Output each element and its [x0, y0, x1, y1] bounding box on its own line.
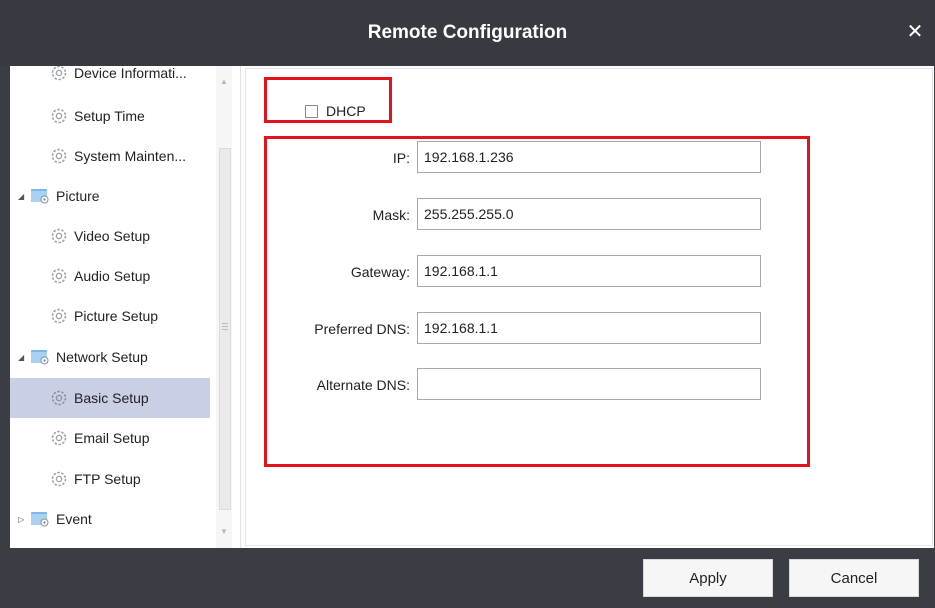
sidebar-item-picture-setup[interactable]: Picture Setup	[50, 296, 240, 336]
dialog-footer: Apply Cancel	[0, 548, 935, 608]
sidebar-item-picture[interactable]: ◢ Picture	[18, 176, 218, 216]
gear-icon	[50, 66, 68, 82]
sidebar-item-network-setup[interactable]: ◢ Network Setup	[18, 337, 218, 377]
alternate-dns-input[interactable]	[417, 368, 761, 400]
alternate-dns-row: Alternate DNS:	[266, 368, 766, 400]
sidebar-item-label: Audio Setup	[74, 268, 151, 284]
sidebar-item-label: Basic Setup	[74, 390, 149, 406]
sidebar-item-label: System Mainten...	[74, 148, 187, 164]
sidebar-item-label: Network Setup	[56, 349, 148, 365]
preferred-dns-input[interactable]	[417, 312, 761, 344]
checkbox-icon[interactable]	[305, 104, 318, 118]
sidebar-item-basic-setup[interactable]: Basic Setup	[10, 378, 210, 418]
cancel-button[interactable]: Cancel	[789, 559, 919, 597]
grip-line	[222, 329, 228, 330]
dialog-body: Device Informati... Setup Time System Ma…	[10, 66, 934, 548]
mask-label: Mask:	[372, 207, 410, 223]
sidebar-item-label: Video Setup	[74, 228, 151, 244]
expand-arrow-icon[interactable]: ◢	[18, 192, 28, 201]
sidebar-item-label: Picture	[56, 188, 100, 204]
close-icon[interactable]: ✕	[905, 22, 925, 42]
expand-arrow-icon[interactable]: ▷	[18, 515, 28, 524]
gear-icon	[50, 389, 68, 407]
sidebar-item-audio-setup[interactable]: Audio Setup	[50, 256, 240, 296]
ip-input[interactable]	[417, 141, 761, 173]
folder-icon	[30, 511, 50, 527]
gear-icon	[50, 307, 68, 325]
folder-icon	[30, 349, 50, 365]
sidebar-item-video-setup[interactable]: Video Setup	[50, 216, 240, 256]
gear-icon	[50, 227, 68, 245]
title-bar: Remote Configuration ✕	[0, 0, 935, 66]
preferred-dns-row: Preferred DNS:	[266, 312, 766, 344]
grip-line	[222, 323, 228, 324]
sidebar-item-label: Device Informati...	[74, 66, 187, 81]
sidebar-item-system-maintenance[interactable]: System Mainten...	[50, 136, 240, 176]
gear-icon	[50, 470, 68, 488]
apply-button[interactable]: Apply	[643, 559, 773, 597]
gear-icon	[50, 147, 68, 165]
sidebar-item-event[interactable]: ▷ Event	[18, 499, 218, 539]
window-title: Remote Configuration	[367, 22, 568, 43]
sidebar-scrollbar[interactable]: ▲ ▼	[216, 66, 232, 548]
gateway-row: Gateway:	[266, 255, 766, 287]
network-fields-highlight-box	[264, 136, 810, 467]
preferred-dns-label: Preferred DNS:	[314, 321, 410, 337]
ip-row: IP:	[266, 141, 766, 173]
mask-row: Mask:	[266, 198, 766, 230]
folder-icon	[30, 188, 50, 204]
gear-icon	[50, 429, 68, 447]
sidebar-item-label: Email Setup	[74, 430, 150, 446]
scrollbar-thumb[interactable]	[219, 148, 231, 510]
sidebar: Device Informati... Setup Time System Ma…	[10, 66, 241, 548]
gateway-label: Gateway:	[350, 264, 410, 280]
gear-icon	[50, 267, 68, 285]
sidebar-item-label: Event	[56, 511, 92, 527]
sidebar-item-label: Setup Time	[74, 108, 145, 124]
gear-icon	[50, 107, 68, 125]
settings-panel: DHCP IP: Mask: Gateway: Preferred DNS: A…	[245, 68, 933, 546]
scroll-up-icon[interactable]: ▲	[220, 78, 228, 86]
sidebar-item-ftp-setup[interactable]: FTP Setup	[50, 459, 240, 499]
sidebar-item-email-setup[interactable]: Email Setup	[50, 418, 240, 458]
gateway-input[interactable]	[417, 255, 761, 287]
ip-label: IP:	[392, 150, 410, 166]
sidebar-item-label: Picture Setup	[74, 308, 159, 324]
mask-input[interactable]	[417, 198, 761, 230]
sidebar-item-device-information[interactable]: Device Informati...	[50, 66, 240, 93]
sidebar-item-setup-time[interactable]: Setup Time	[50, 96, 240, 136]
dhcp-label: DHCP	[326, 103, 366, 119]
sidebar-item-label: FTP Setup	[74, 471, 141, 487]
dhcp-checkbox[interactable]: DHCP	[305, 103, 366, 119]
grip-line	[222, 326, 228, 327]
scroll-down-icon[interactable]: ▼	[220, 528, 228, 536]
expand-arrow-icon[interactable]: ◢	[18, 353, 28, 362]
alternate-dns-label: Alternate DNS:	[316, 377, 410, 393]
